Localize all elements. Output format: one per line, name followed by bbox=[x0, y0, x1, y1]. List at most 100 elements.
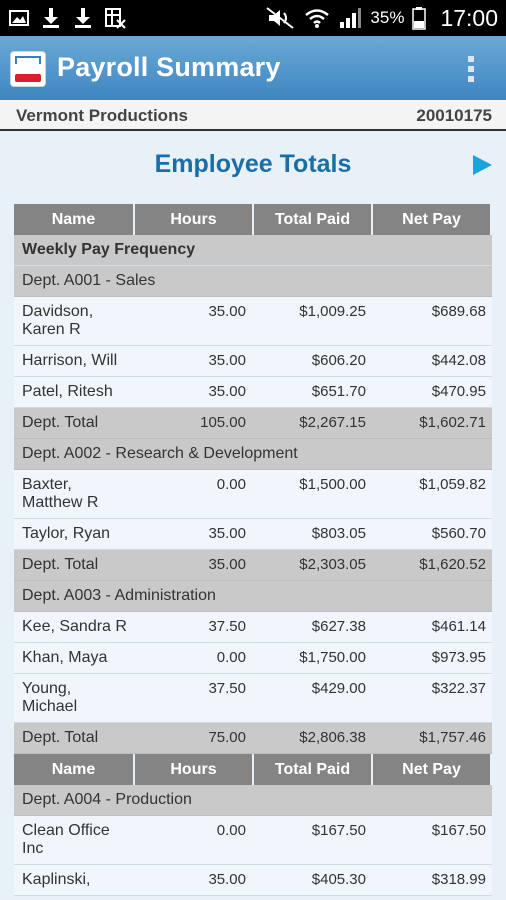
department-total-row: Dept. Total 35.00 $2,303.05 $1,620.52 bbox=[14, 550, 492, 581]
total-paid-cell: $2,806.38 bbox=[299, 729, 366, 746]
header-net-pay[interactable]: Net Pay bbox=[373, 754, 490, 785]
table-row[interactable]: Young, Michael 37.50 $429.00 $322.37 bbox=[14, 674, 492, 723]
pay-frequency-row: Weekly Pay Frequency bbox=[14, 235, 492, 266]
total-paid-cell: $1,009.25 bbox=[299, 303, 366, 320]
employee-name: Baxter, Matthew R bbox=[22, 476, 99, 511]
battery-percent: 35% bbox=[370, 8, 405, 27]
net-pay-cell: $560.70 bbox=[431, 525, 486, 542]
table-header: Name Hours Total Paid Net Pay bbox=[14, 754, 492, 785]
hours-cell: 37.50 bbox=[208, 680, 246, 697]
battery-icon bbox=[412, 7, 427, 30]
hours-cell: 35.00 bbox=[208, 352, 246, 369]
total-paid-cell: $405.30 bbox=[311, 871, 366, 888]
department-row: Dept. A001 - Sales bbox=[14, 266, 492, 297]
department-title: Dept. A002 - Research & Development bbox=[22, 445, 298, 462]
clock: 17:00 bbox=[440, 4, 498, 31]
net-pay-cell: $973.95 bbox=[431, 649, 486, 666]
spreadsheet-icon bbox=[105, 8, 126, 29]
employee-name: Clean Office Inc bbox=[22, 822, 110, 857]
total-paid-cell: $651.70 bbox=[311, 383, 366, 400]
net-pay-cell: $322.37 bbox=[431, 680, 486, 697]
net-pay-cell: $318.99 bbox=[431, 871, 486, 888]
play-arrow-icon[interactable] bbox=[473, 155, 492, 175]
app-title: Payroll Summary bbox=[57, 52, 281, 82]
employee-name: Patel, Ritesh bbox=[22, 383, 113, 400]
table-row[interactable]: Kaplinski, 35.00 $405.30 $318.99 bbox=[14, 865, 492, 896]
download-icon bbox=[43, 8, 59, 28]
signal-icon bbox=[340, 8, 362, 28]
header-total-paid[interactable]: Total Paid bbox=[254, 754, 371, 785]
table-row[interactable]: Baxter, Matthew R 0.00 $1,500.00 $1,059.8… bbox=[14, 470, 492, 519]
net-pay-cell: $1,620.52 bbox=[419, 556, 486, 573]
total-paid-cell: $1,500.00 bbox=[299, 476, 366, 493]
company-name: Vermont Productions bbox=[16, 106, 188, 125]
employee-name: Young, Michael bbox=[22, 680, 78, 715]
employee-totals-table: Name Hours Total Paid Net Pay Weekly Pay… bbox=[14, 204, 492, 896]
employee-name: Harrison, Will bbox=[22, 352, 118, 369]
employee-name: Kaplinski, bbox=[22, 871, 91, 888]
department-total-row: Dept. Total 75.00 $2,806.38 $1,757.46 bbox=[14, 723, 492, 754]
net-pay-cell: $461.14 bbox=[431, 618, 486, 635]
adp-logo-icon[interactable] bbox=[10, 51, 46, 87]
net-pay-cell: $442.08 bbox=[431, 352, 486, 369]
table-row[interactable]: Taylor, Ryan 35.00 $803.05 $560.70 bbox=[14, 519, 492, 550]
hours-cell: 0.00 bbox=[216, 822, 246, 839]
image-icon bbox=[9, 10, 29, 26]
total-label: Dept. Total bbox=[22, 729, 99, 746]
table-row[interactable]: Kee, Sandra R 37.50 $627.38 $461.14 bbox=[14, 612, 492, 643]
hours-cell: 35.00 bbox=[208, 556, 246, 573]
net-pay-cell: $470.95 bbox=[431, 383, 486, 400]
app-bar: Payroll Summary bbox=[0, 36, 506, 100]
total-paid-cell: $627.38 bbox=[311, 618, 366, 635]
header-hours[interactable]: Hours bbox=[135, 204, 252, 235]
employee-name: Davidson, Karen R bbox=[22, 303, 94, 338]
hours-cell: 75.00 bbox=[208, 729, 246, 746]
pay-frequency-label: Weekly Pay Frequency bbox=[22, 241, 196, 258]
net-pay-cell: $167.50 bbox=[431, 822, 486, 839]
department-title: Dept. A004 - Production bbox=[22, 791, 192, 808]
department-row: Dept. A003 - Administration bbox=[14, 581, 492, 612]
department-total-row: Dept. Total 105.00 $2,267.15 $1,602.71 bbox=[14, 408, 492, 439]
employee-name: Taylor, Ryan bbox=[22, 525, 111, 542]
table-header: Name Hours Total Paid Net Pay bbox=[14, 204, 492, 235]
total-label: Dept. Total bbox=[22, 414, 99, 431]
total-paid-cell: $2,303.05 bbox=[299, 556, 366, 573]
department-title: Dept. A003 - Administration bbox=[22, 587, 216, 604]
department-row: Dept. A004 - Production bbox=[14, 785, 492, 816]
table-row[interactable]: Clean Office Inc 0.00 $167.50 $167.50 bbox=[14, 816, 492, 865]
table-row[interactable]: Patel, Ritesh 35.00 $651.70 $470.95 bbox=[14, 377, 492, 408]
total-paid-cell: $429.00 bbox=[311, 680, 366, 697]
table-row[interactable]: Khan, Maya 0.00 $1,750.00 $973.95 bbox=[14, 643, 492, 674]
table-row[interactable]: Davidson, Karen R 35.00 $1,009.25 $689.68 bbox=[14, 297, 492, 346]
employee-name: Khan, Maya bbox=[22, 649, 108, 666]
total-paid-cell: $167.50 bbox=[311, 822, 366, 839]
total-paid-cell: $803.05 bbox=[311, 525, 366, 542]
hours-cell: 35.00 bbox=[208, 383, 246, 400]
company-header: Vermont Productions 20010175 bbox=[0, 100, 506, 131]
employee-name: Kee, Sandra R bbox=[22, 618, 127, 635]
hours-cell: 37.50 bbox=[208, 618, 246, 635]
notification-icons bbox=[8, 6, 126, 30]
table-row[interactable]: Harrison, Will 35.00 $606.20 $442.08 bbox=[14, 346, 492, 377]
net-pay-cell: $689.68 bbox=[431, 303, 486, 320]
wifi-icon bbox=[305, 9, 330, 28]
header-total-paid[interactable]: Total Paid bbox=[254, 204, 371, 235]
header-name[interactable]: Name bbox=[14, 754, 133, 785]
overflow-menu-icon[interactable] bbox=[466, 54, 476, 84]
status-bar: 35% 17:00 bbox=[0, 0, 506, 36]
net-pay-cell: $1,602.71 bbox=[419, 414, 486, 431]
download-icon bbox=[75, 8, 91, 28]
hours-cell: 0.00 bbox=[216, 476, 246, 493]
company-id: 20010175 bbox=[416, 106, 492, 125]
hours-cell: 105.00 bbox=[200, 414, 246, 431]
header-name[interactable]: Name bbox=[14, 204, 133, 235]
header-net-pay[interactable]: Net Pay bbox=[373, 204, 490, 235]
department-row: Dept. A002 - Research & Development bbox=[14, 439, 492, 470]
hours-cell: 35.00 bbox=[208, 871, 246, 888]
section-title: Employee Totals bbox=[154, 150, 352, 178]
total-paid-cell: $2,267.15 bbox=[299, 414, 366, 431]
net-pay-cell: $1,757.46 bbox=[419, 729, 486, 746]
net-pay-cell: $1,059.82 bbox=[419, 476, 486, 493]
hours-cell: 0.00 bbox=[216, 649, 246, 666]
header-hours[interactable]: Hours bbox=[135, 754, 252, 785]
